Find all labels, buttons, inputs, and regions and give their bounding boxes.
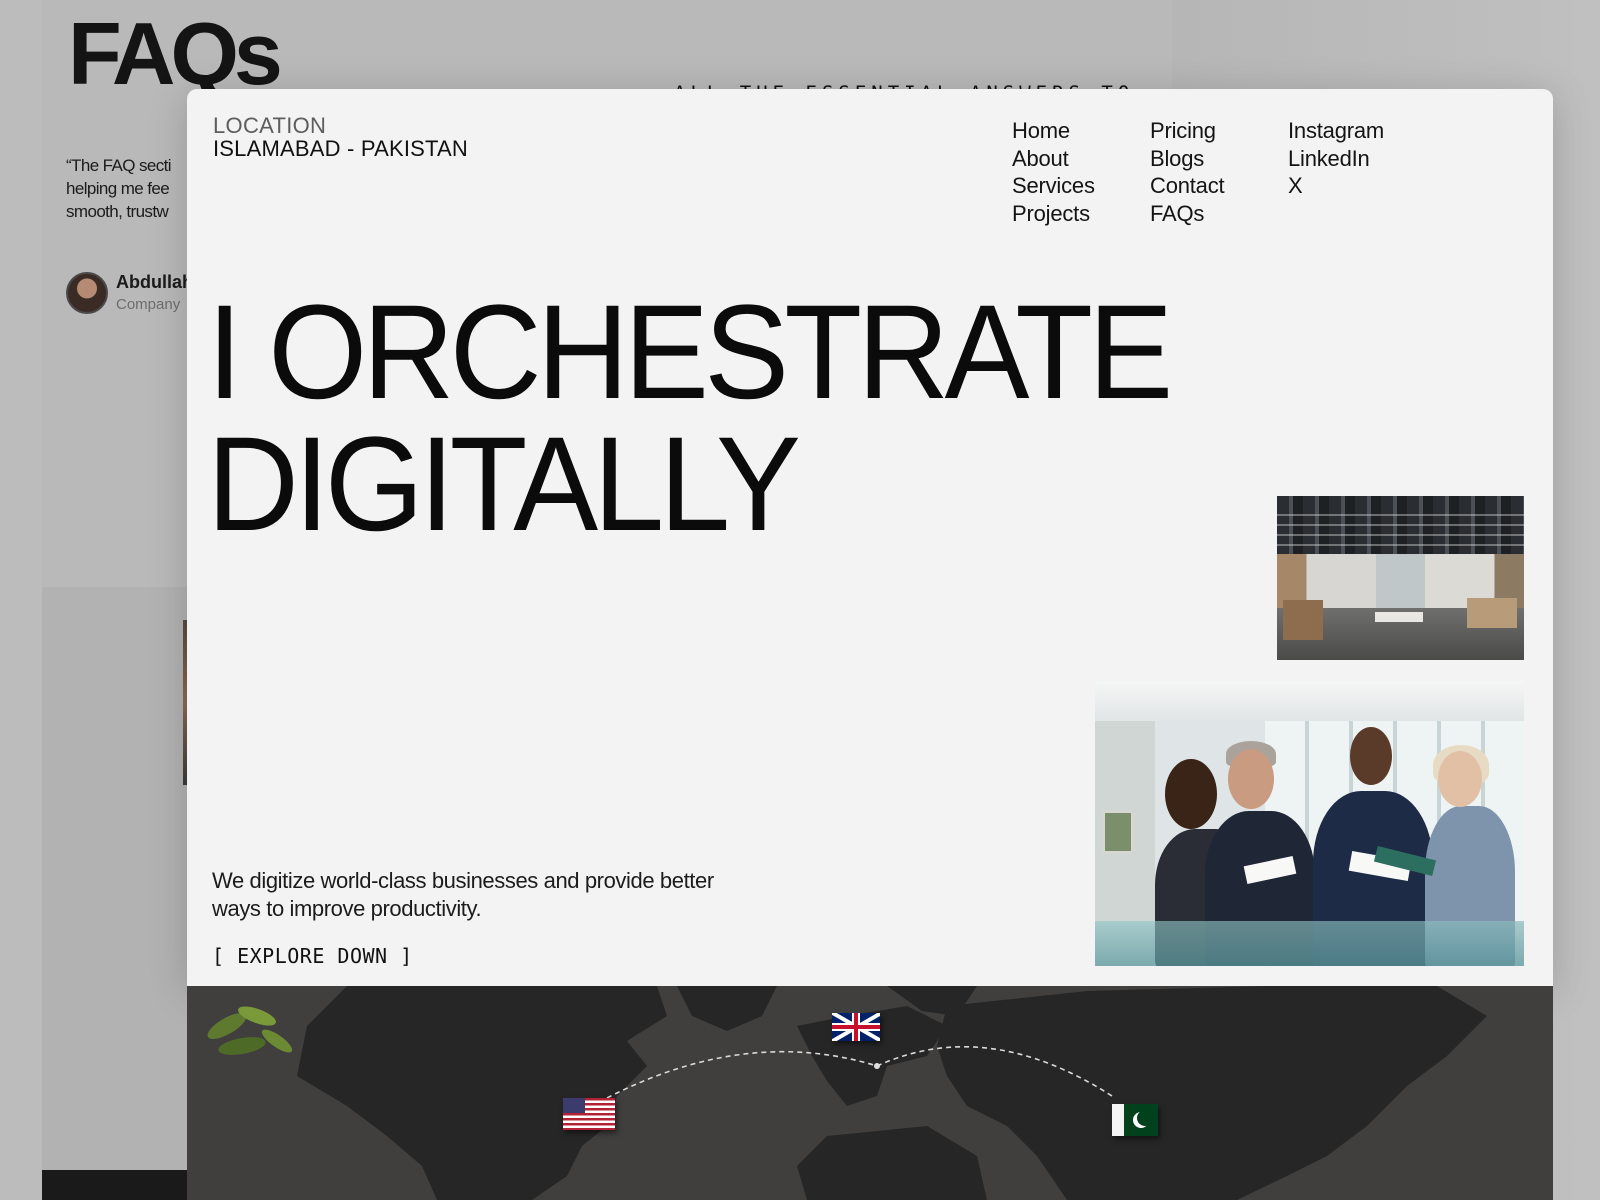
nav-link-contact[interactable]: Contact	[1150, 172, 1225, 200]
nav-link-pricing[interactable]: Pricing	[1150, 117, 1224, 145]
background-dark-footer	[42, 1170, 187, 1200]
nav-link-services[interactable]: Services	[1012, 172, 1095, 200]
testimonial-author-name: Abdullah	[116, 272, 193, 292]
hero-title-line-2: DIGITALLY	[207, 410, 801, 559]
nav-pages: Home About Services Projects	[1012, 117, 1095, 227]
avatar	[66, 272, 108, 314]
nav-link-projects[interactable]: Projects	[1012, 200, 1095, 228]
plant-decoration	[207, 1006, 293, 1055]
nav-secondary: Pricing Blogs Contact FAQs	[1150, 117, 1225, 228]
social-link-x[interactable]: X	[1288, 172, 1384, 200]
hero-section: LOCATION ISLAMABAD - PAKISTAN Home About…	[187, 89, 1553, 986]
team-meeting-photo	[1095, 681, 1524, 966]
nav-social: Instagram LinkedIn X	[1288, 117, 1384, 200]
testimonial-author-company: Company	[116, 296, 181, 313]
hero-title: I ORCHESTRATE DIGITALLY	[207, 286, 1173, 552]
nav-link-about[interactable]: About	[1012, 145, 1095, 173]
social-link-linkedin[interactable]: LinkedIn	[1288, 145, 1384, 173]
nav-link-home[interactable]: Home	[1012, 117, 1095, 145]
uk-flag-icon	[832, 1013, 880, 1041]
nav-link-blogs[interactable]: Blogs	[1150, 145, 1224, 173]
nav-link-faqs[interactable]: FAQs	[1150, 200, 1224, 228]
faq-title: FAQs	[68, 4, 283, 103]
usa-flag-icon	[563, 1098, 615, 1130]
world-map-image	[187, 986, 1553, 1200]
hero-description: We digitize world-class businesses and p…	[212, 868, 714, 921]
location-value: ISLAMABAD - PAKISTAN	[213, 136, 469, 161]
explore-down-button[interactable]: [ EXPLORE DOWN ]	[212, 944, 413, 968]
office-photo	[1277, 496, 1524, 660]
hero-title-line-1: I ORCHESTRATE	[207, 278, 1173, 427]
pakistan-flag-icon	[1112, 1104, 1158, 1136]
social-link-instagram[interactable]: Instagram	[1288, 117, 1384, 145]
